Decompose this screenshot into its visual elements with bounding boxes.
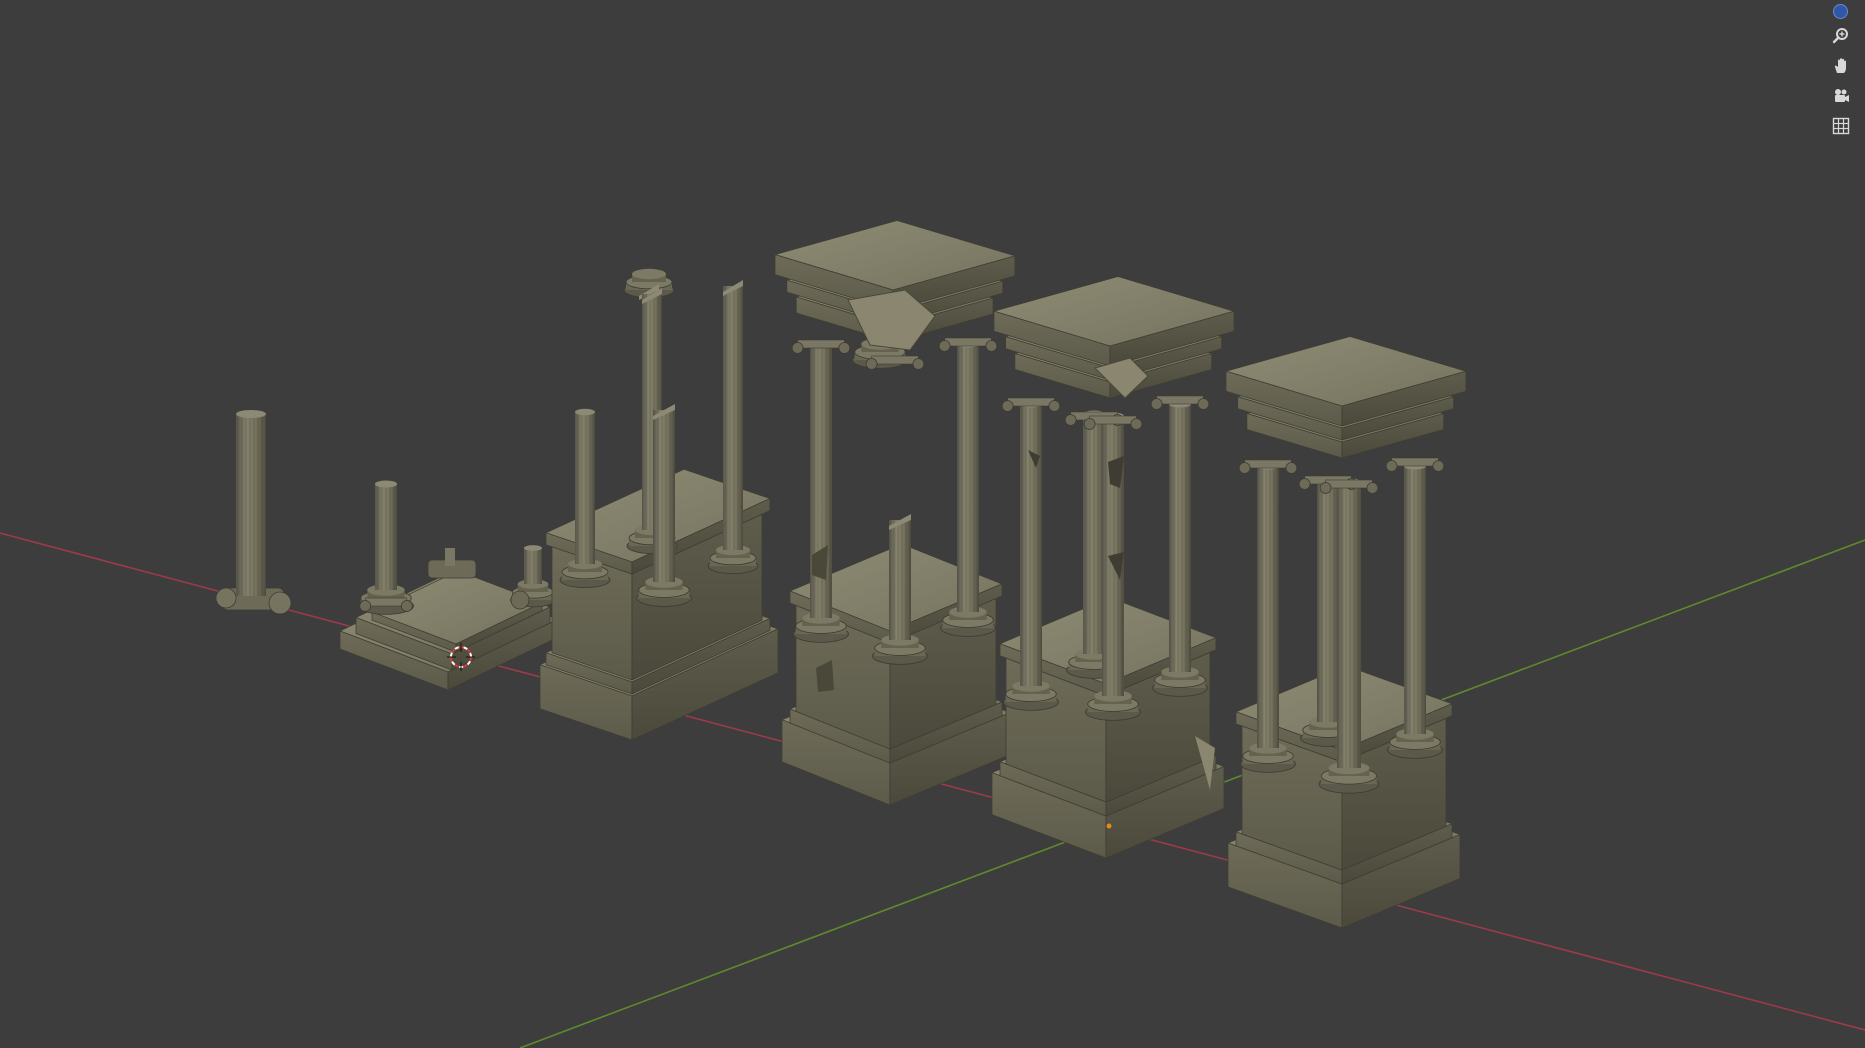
fallen-columns-base bbox=[338, 480, 560, 691]
3d-viewport[interactable] bbox=[0, 0, 1865, 1048]
scene-objects bbox=[215, 220, 1468, 929]
hand-pan-icon[interactable] bbox=[1828, 53, 1854, 79]
ruined-temple-damaged bbox=[773, 220, 1017, 806]
ruined-temple-cracked bbox=[990, 276, 1236, 859]
grid-ortho-icon[interactable] bbox=[1828, 113, 1854, 139]
broken-columns-pedestal bbox=[538, 268, 780, 741]
camera-view-icon[interactable] bbox=[1828, 83, 1854, 109]
object-origin bbox=[1106, 823, 1112, 829]
navigation-gizmo bbox=[1795, 0, 1865, 150]
axis-z-dot-icon[interactable] bbox=[1833, 4, 1848, 19]
single-column bbox=[215, 410, 292, 615]
zoom-magnifier-icon[interactable] bbox=[1828, 23, 1854, 49]
scene-canvas[interactable] bbox=[0, 0, 1865, 1048]
intact-temple bbox=[1224, 336, 1468, 929]
